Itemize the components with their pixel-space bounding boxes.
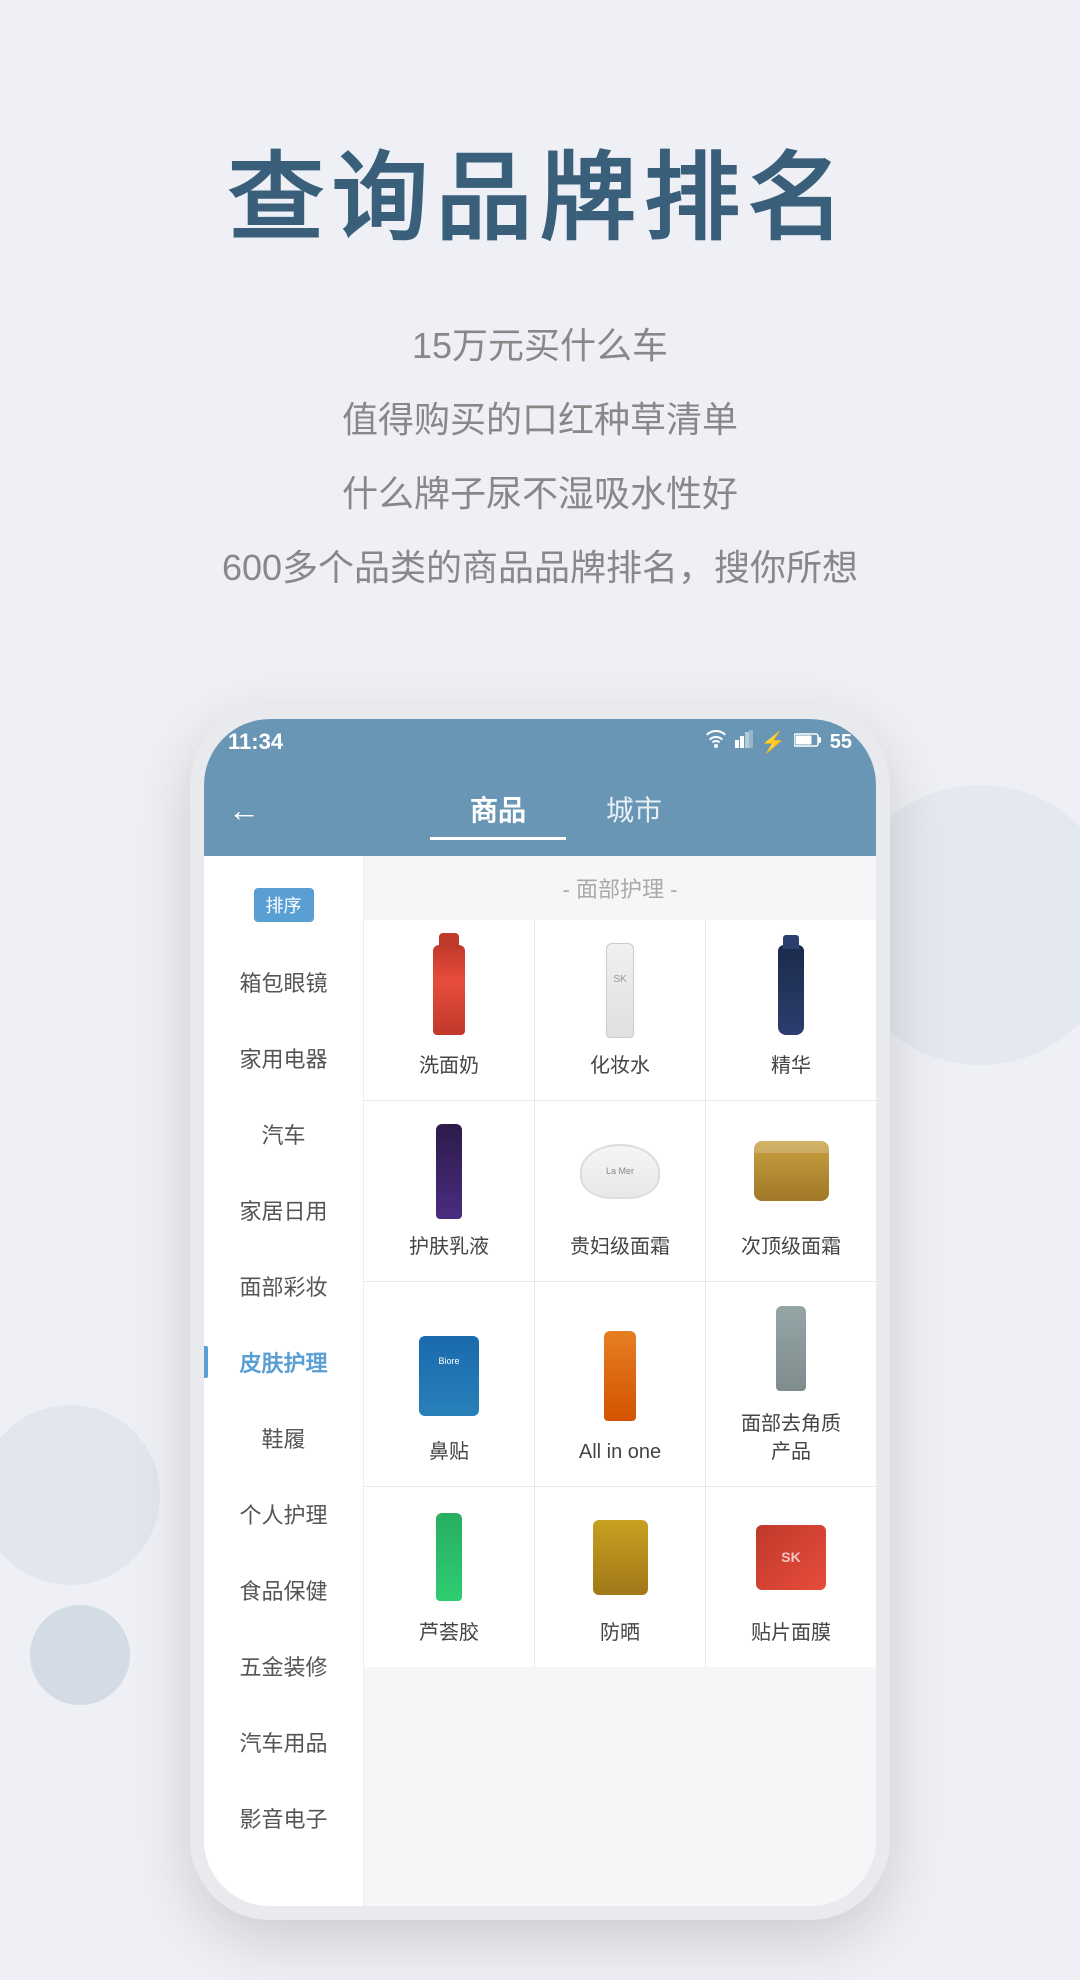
lotion-icon bbox=[436, 1124, 462, 1219]
sidebar-item-shoes[interactable]: 鞋履 bbox=[204, 1400, 363, 1476]
product-image-lamer bbox=[580, 1121, 660, 1221]
sidebar-item-home[interactable]: 家居日用 bbox=[204, 1172, 363, 1248]
product-image-nose-patch bbox=[409, 1326, 489, 1426]
product-cell-lotion[interactable]: 护肤乳液 bbox=[364, 1101, 534, 1281]
product-image-serum bbox=[751, 940, 831, 1040]
subtitle-2: 值得购买的口红种草清单 bbox=[60, 393, 1020, 447]
subtitle-3: 什么牌子尿不湿吸水性好 bbox=[60, 467, 1020, 521]
product-label-face-wash: 洗面奶 bbox=[419, 1052, 479, 1080]
product-label-toner: 化妆水 bbox=[590, 1052, 650, 1080]
nav-tabs: 商品 城市 bbox=[280, 781, 852, 840]
phone-mockup: 11:34 ⚡ bbox=[190, 705, 890, 1920]
hero-section: 查询品牌排名 15万元买什么车 值得购买的口红种草清单 什么牌子尿不湿吸水性好 … bbox=[0, 0, 1080, 705]
nose-patch-icon bbox=[419, 1336, 479, 1416]
phone-content: 排序 箱包眼镜 家用电器 汽车 家居日用 面部彩妆 皮肤护理 鞋履 个人护理 食… bbox=[204, 856, 876, 1906]
product-cell-toner[interactable]: 化妆水 bbox=[535, 920, 705, 1100]
section-header: - 面部护理 - bbox=[364, 856, 876, 920]
sidebar-item-food[interactable]: 食品保健 bbox=[204, 1552, 363, 1628]
deco-dot-left bbox=[30, 1605, 130, 1705]
product-cell-face-wash[interactable]: 洗面奶 bbox=[364, 920, 534, 1100]
sidebar-item-personal[interactable]: 个人护理 bbox=[204, 1476, 363, 1552]
deco-circle-left bbox=[0, 1405, 160, 1585]
battery-level: 55 bbox=[830, 731, 852, 754]
product-image-sunscreen bbox=[580, 1507, 660, 1607]
sidebar-item-appliances[interactable]: 家用电器 bbox=[204, 1020, 363, 1096]
sort-badge: 排序 bbox=[254, 888, 314, 922]
sidebar-item-skincare[interactable]: 皮肤护理 bbox=[204, 1324, 363, 1400]
product-label-all-in-one: All in one bbox=[579, 1438, 661, 1466]
sidebar-item-makeup[interactable]: 面部彩妆 bbox=[204, 1248, 363, 1324]
sidebar: 排序 箱包眼镜 家用电器 汽车 家居日用 面部彩妆 皮肤护理 鞋履 个人护理 食… bbox=[204, 856, 364, 1906]
sidebar-item-electronics[interactable]: 影音电子 bbox=[204, 1780, 363, 1856]
back-button[interactable]: ← bbox=[228, 792, 260, 829]
product-image-face-wash bbox=[409, 940, 489, 1040]
gold-cream-icon bbox=[754, 1141, 829, 1201]
status-icons: ⚡ 55 bbox=[705, 730, 852, 755]
product-grid: 洗面奶 化妆水 精华 bbox=[364, 920, 876, 1667]
product-image-all-in-one bbox=[580, 1326, 660, 1426]
product-image-exfoliant bbox=[751, 1298, 831, 1398]
tab-city[interactable]: 城市 bbox=[566, 781, 702, 840]
product-label-sheet-mask: 贴片面膜 bbox=[751, 1619, 831, 1647]
lightning-icon: ⚡ bbox=[761, 730, 786, 755]
product-cell-exfoliant[interactable]: 面部去角质产品 bbox=[706, 1282, 876, 1486]
product-label-lotion: 护肤乳液 bbox=[409, 1233, 489, 1261]
aloe-icon bbox=[436, 1513, 462, 1601]
tab-products[interactable]: 商品 bbox=[430, 781, 566, 840]
product-cell-sheet-mask[interactable]: 贴片面膜 bbox=[706, 1487, 876, 1667]
product-image-gold-cream bbox=[751, 1121, 831, 1221]
sidebar-item-hardware[interactable]: 五金装修 bbox=[204, 1628, 363, 1704]
status-time: 11:34 bbox=[228, 729, 283, 755]
product-cell-all-in-one[interactable]: All in one bbox=[535, 1282, 705, 1486]
product-cell-aloe[interactable]: 芦荟胶 bbox=[364, 1487, 534, 1667]
product-label-serum: 精华 bbox=[771, 1052, 811, 1080]
face-wash-icon bbox=[433, 945, 465, 1035]
battery-icon bbox=[794, 731, 822, 754]
product-image-lotion bbox=[409, 1121, 489, 1221]
all-in-one-icon bbox=[604, 1331, 636, 1421]
product-image-toner bbox=[580, 940, 660, 1040]
lamer-icon bbox=[580, 1144, 660, 1199]
phone-section: 11:34 ⚡ bbox=[0, 705, 1080, 1980]
toner-icon bbox=[606, 943, 634, 1038]
subtitle-container: 15万元买什么车 值得购买的口红种草清单 什么牌子尿不湿吸水性好 600多个品类… bbox=[60, 319, 1020, 595]
sidebar-item-auto[interactable]: 汽车用品 bbox=[204, 1704, 363, 1780]
wifi-icon bbox=[705, 730, 727, 754]
product-label-gold-cream: 次顶级面霜 bbox=[741, 1233, 841, 1261]
product-cell-lamer[interactable]: 贵妇级面霜 bbox=[535, 1101, 705, 1281]
sunscreen-icon bbox=[593, 1520, 648, 1595]
main-title: 查询品牌排名 bbox=[60, 120, 1020, 259]
product-label-exfoliant: 面部去角质产品 bbox=[741, 1410, 841, 1466]
product-image-sheet-mask bbox=[751, 1507, 831, 1607]
product-label-aloe: 芦荟胶 bbox=[419, 1619, 479, 1647]
signal-icon bbox=[735, 730, 753, 754]
product-cell-gold-cream[interactable]: 次顶级面霜 bbox=[706, 1101, 876, 1281]
product-cell-sunscreen[interactable]: 防晒 bbox=[535, 1487, 705, 1667]
sidebar-item-cars[interactable]: 汽车 bbox=[204, 1096, 363, 1172]
serum-icon bbox=[778, 945, 804, 1035]
product-image-aloe bbox=[409, 1507, 489, 1607]
subtitle-1: 15万元买什么车 bbox=[60, 319, 1020, 373]
sheet-mask-icon bbox=[756, 1525, 826, 1590]
phone-nav: ← 商品 城市 bbox=[204, 765, 876, 856]
product-cell-serum[interactable]: 精华 bbox=[706, 920, 876, 1100]
status-bar: 11:34 ⚡ bbox=[204, 719, 876, 765]
product-cell-nose-patch[interactable]: 鼻贴 bbox=[364, 1282, 534, 1486]
subtitle-4: 600多个品类的商品品牌排名，搜你所想 bbox=[60, 541, 1020, 595]
exfoliant-icon bbox=[776, 1306, 806, 1391]
product-label-lamer: 贵妇级面霜 bbox=[570, 1233, 670, 1261]
product-label-nose-patch: 鼻贴 bbox=[429, 1438, 469, 1466]
sidebar-item-bags[interactable]: 箱包眼镜 bbox=[204, 944, 363, 1020]
product-label-sunscreen: 防晒 bbox=[600, 1619, 640, 1647]
sidebar-sort-badge[interactable]: 排序 bbox=[204, 866, 363, 944]
product-grid-area: - 面部护理 - 洗面奶 化妆水 bbox=[364, 856, 876, 1906]
